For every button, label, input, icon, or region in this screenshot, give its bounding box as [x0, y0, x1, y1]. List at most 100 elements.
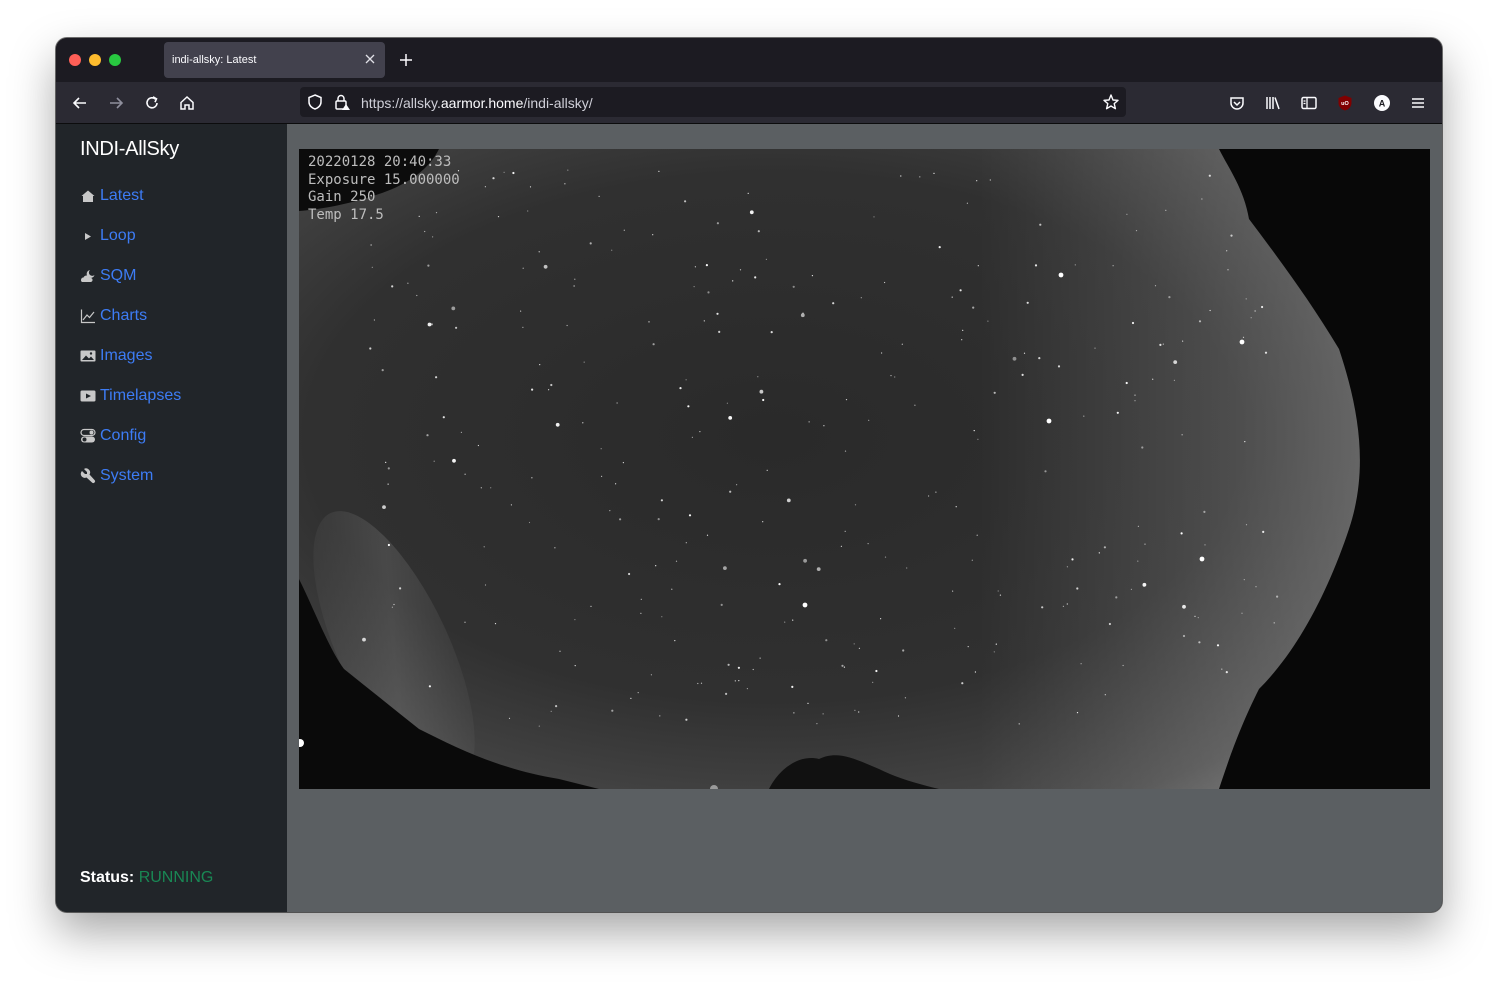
star	[426, 434, 429, 437]
star	[1162, 343, 1164, 345]
star	[1250, 317, 1252, 319]
star	[373, 319, 375, 321]
star	[807, 702, 809, 705]
star	[739, 269, 742, 271]
library-icon[interactable]	[1264, 94, 1282, 112]
star	[1122, 664, 1124, 667]
star	[391, 285, 394, 288]
close-tab-icon[interactable]	[363, 52, 377, 66]
star	[1273, 622, 1275, 624]
status-line: Status: RUNNING	[80, 869, 213, 887]
star	[637, 692, 639, 694]
star	[1204, 544, 1206, 546]
star	[697, 682, 699, 685]
star	[1173, 379, 1175, 381]
nav-item-config[interactable]: Config	[80, 424, 146, 448]
nav-item-sqm[interactable]: SQM	[80, 264, 136, 288]
star	[825, 639, 828, 642]
reload-icon[interactable]	[143, 94, 161, 112]
hamburger-menu-icon[interactable]	[1409, 94, 1427, 112]
overlay-gain: Gain 250	[308, 189, 376, 205]
star	[609, 510, 611, 512]
star	[1242, 336, 1245, 338]
star	[718, 330, 721, 333]
bookmark-star-icon[interactable]	[1102, 93, 1120, 111]
nav-label-latest: Latest	[100, 187, 144, 204]
star	[845, 399, 848, 401]
nav-item-system[interactable]: System	[80, 464, 153, 488]
star	[803, 558, 807, 563]
brand-title[interactable]: INDI-AllSky	[80, 138, 179, 161]
star	[844, 450, 847, 452]
star	[728, 416, 733, 420]
nav-item-latest[interactable]: Latest	[80, 184, 144, 208]
star	[959, 289, 962, 292]
star	[867, 543, 869, 545]
star	[1023, 352, 1026, 354]
back-arrow-icon[interactable]	[71, 94, 89, 112]
star	[528, 521, 531, 524]
star	[1245, 524, 1248, 526]
star	[725, 692, 728, 696]
star	[792, 619, 794, 621]
nav-label-loop: Loop	[100, 227, 136, 244]
star	[765, 258, 767, 260]
tracking-shield-icon[interactable]	[306, 93, 324, 111]
account-avatar-icon[interactable]: A	[1373, 94, 1391, 112]
star	[391, 606, 393, 608]
star	[503, 171, 505, 173]
address-bar[interactable]: https://allsky.aarmor.home/indi-allsky/	[300, 87, 1126, 117]
forward-arrow-icon[interactable]	[107, 94, 125, 112]
star	[1230, 234, 1233, 237]
star	[494, 623, 497, 625]
star	[738, 680, 740, 682]
star	[1255, 586, 1257, 588]
star	[531, 477, 533, 479]
star	[399, 587, 402, 590]
bright-star	[1046, 418, 1052, 424]
sidebar-toggle-icon[interactable]	[1300, 94, 1318, 112]
close-window-button[interactable]	[69, 54, 81, 66]
new-tab-icon[interactable]	[398, 52, 414, 68]
browser-window: indi-allsky: Latest https://allsky.aarmo…	[56, 38, 1442, 912]
nav-label-charts: Charts	[100, 307, 148, 324]
nav-item-images[interactable]: Images	[80, 344, 152, 368]
star	[808, 421, 810, 423]
bright-star	[1199, 556, 1205, 562]
star	[1209, 309, 1211, 312]
pocket-icon[interactable]	[1228, 94, 1246, 112]
star	[716, 222, 719, 225]
star	[550, 383, 553, 387]
star	[1245, 298, 1247, 300]
star	[370, 244, 372, 246]
star	[1057, 365, 1061, 368]
star	[685, 718, 688, 721]
star	[527, 210, 529, 212]
star	[566, 324, 568, 327]
zoom-window-button[interactable]	[109, 54, 121, 66]
home-icon[interactable]	[178, 94, 196, 112]
minimize-window-button[interactable]	[89, 54, 101, 66]
star	[1104, 694, 1106, 696]
url-host: aarmor.home	[440, 95, 524, 111]
star	[919, 176, 921, 178]
bright-star	[802, 602, 808, 608]
nav-item-charts[interactable]: Charts	[80, 304, 147, 328]
star	[1198, 320, 1202, 323]
star	[424, 230, 426, 233]
star	[844, 530, 846, 532]
ublock-origin-icon[interactable]: uO	[1336, 94, 1354, 112]
browser-tab[interactable]: indi-allsky: Latest	[164, 42, 385, 78]
star	[1227, 269, 1229, 271]
star	[952, 590, 954, 592]
star	[734, 680, 736, 682]
cloud-moon-icon	[80, 268, 96, 284]
lock-warning-icon[interactable]	[333, 93, 351, 111]
star	[1137, 560, 1139, 562]
nav-item-loop[interactable]: Loop	[80, 224, 136, 248]
star	[1182, 340, 1184, 342]
nav-item-timelapses[interactable]: Timelapses	[80, 384, 181, 408]
star	[657, 518, 660, 521]
star	[658, 170, 660, 172]
star	[442, 416, 445, 419]
